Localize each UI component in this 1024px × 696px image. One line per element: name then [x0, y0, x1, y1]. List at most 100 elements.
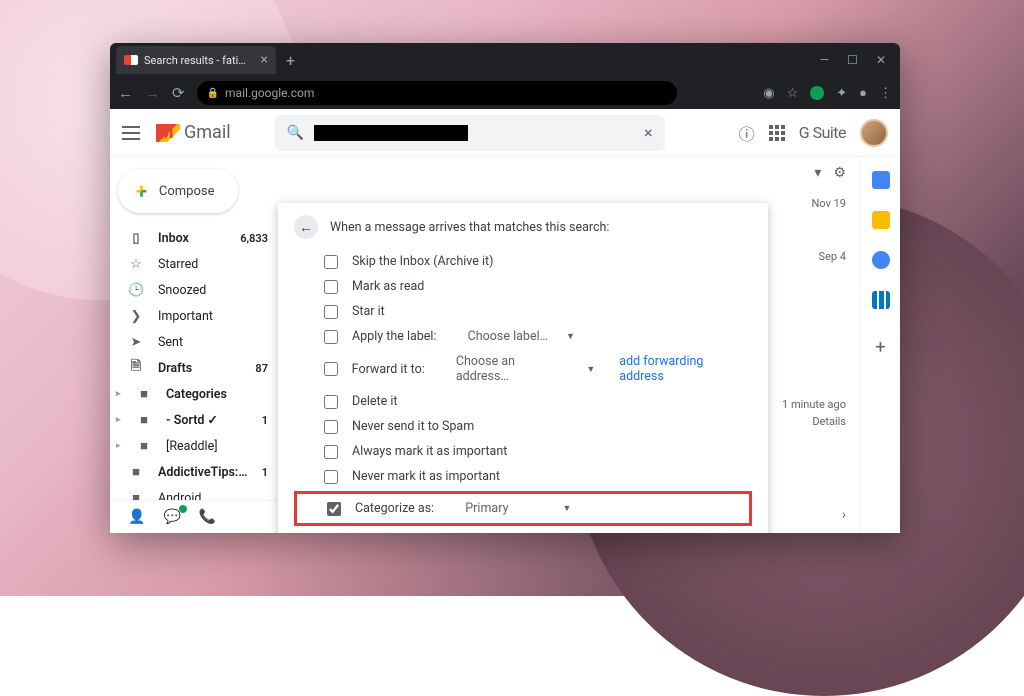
- list-toolbar: ▾ ⚙: [814, 165, 846, 181]
- calendar-icon[interactable]: [872, 171, 890, 189]
- filter-option-apply-label[interactable]: Apply the label: Choose label…▼: [294, 324, 752, 349]
- checkbox[interactable]: [324, 330, 338, 344]
- sidebar-item-categories[interactable]: ▸■Categories: [110, 381, 280, 407]
- category-dropdown[interactable]: Primary: [465, 501, 508, 516]
- chevron-down-icon: ▼: [586, 364, 595, 375]
- split-icon[interactable]: ▾: [814, 165, 821, 181]
- folder-count: 87: [255, 362, 268, 375]
- sidebar-item-snoozed[interactable]: 🕒Snoozed: [110, 277, 280, 303]
- forward-icon: →: [145, 84, 160, 102]
- popup-title: When a message arrives that matches this…: [330, 220, 609, 235]
- sidebar-item-drafts[interactable]: 🗎Drafts87: [110, 355, 280, 381]
- keep-icon[interactable]: [872, 211, 890, 229]
- chrome-window: Search results - fatima@addicti × + — ☐ …: [110, 43, 900, 533]
- gmail-m-icon: [156, 124, 180, 142]
- filter-option-categorize[interactable]: Categorize as: Primary▼: [297, 496, 749, 521]
- details-link[interactable]: Details: [782, 414, 846, 431]
- folder-icon: 🗎: [128, 357, 144, 379]
- maximize-icon[interactable]: ☐: [847, 53, 858, 67]
- plus-icon: +: [136, 179, 147, 203]
- phone-icon[interactable]: 📞: [199, 509, 216, 525]
- search-input[interactable]: 🔍 ████████ ×: [275, 115, 665, 151]
- settings-gear-icon[interactable]: ⚙: [833, 165, 846, 181]
- toolbar-right: ◉ ☆ ✦ ● ⋮: [763, 85, 892, 101]
- hangouts-icon[interactable]: 💬: [163, 509, 180, 525]
- tab-strip: Search results - fatima@addicti × + — ☐ …: [110, 43, 900, 77]
- sidebar-item--readdle-[interactable]: ▸■[Readdle]: [110, 433, 280, 459]
- close-window-icon[interactable]: ✕: [876, 53, 886, 67]
- filter-option-delete[interactable]: Delete it: [294, 389, 752, 414]
- main-menu-icon[interactable]: [122, 126, 140, 140]
- checkbox[interactable]: [324, 362, 338, 376]
- date-column: Nov 19 Sep 4: [812, 197, 846, 303]
- new-tab-button[interactable]: +: [276, 51, 305, 70]
- add-forwarding-link[interactable]: add forwarding address: [619, 354, 748, 384]
- back-icon[interactable]: ←: [118, 84, 133, 102]
- tasks-icon[interactable]: [872, 251, 890, 269]
- gmail-brand-text: Gmail: [184, 122, 231, 143]
- chevron-down-icon: ▼: [562, 503, 571, 514]
- folder-label: AddictiveTips: Wi…: [158, 465, 248, 480]
- sidebar-item-inbox[interactable]: ▯Inbox6,833: [110, 225, 280, 251]
- sidebar-item--sortd-[interactable]: ▸■- Sortd ✓1: [110, 407, 280, 433]
- header-right: ⓘ G Suite: [739, 119, 888, 147]
- add-addon-icon[interactable]: +: [875, 337, 885, 358]
- contacts-icon[interactable]: 👤: [128, 509, 145, 525]
- profile-icon[interactable]: ●: [859, 85, 867, 101]
- folder-label: [Readdle]: [166, 439, 268, 454]
- checkbox[interactable]: [324, 470, 338, 484]
- trello-icon[interactable]: [872, 291, 890, 309]
- folder-icon: ■: [136, 412, 152, 428]
- compose-label: Compose: [159, 184, 215, 199]
- chrome-menu-icon[interactable]: ⋮: [879, 86, 892, 101]
- address-bar[interactable]: 🔒 mail.google.com: [197, 81, 677, 105]
- address-dropdown[interactable]: Choose an address…: [456, 354, 569, 384]
- clear-search-icon[interactable]: ×: [644, 123, 653, 142]
- bookmark-star-icon[interactable]: ☆: [787, 86, 799, 101]
- extension-icon[interactable]: [810, 86, 824, 100]
- activity-time: 1 minute ago: [782, 397, 846, 414]
- checkbox[interactable]: [324, 305, 338, 319]
- minimize-icon[interactable]: —: [820, 53, 829, 67]
- sidebar-item-starred[interactable]: ☆Starred: [110, 251, 280, 277]
- side-panel: +: [860, 157, 900, 533]
- checkbox[interactable]: [327, 502, 341, 516]
- date-label: Nov 19: [812, 197, 846, 210]
- chevron-right-icon: ▸: [116, 415, 124, 425]
- sidebar-item-important[interactable]: ❯Important: [110, 303, 280, 329]
- filter-option-never-spam[interactable]: Never send it to Spam: [294, 414, 752, 439]
- filter-option-forward[interactable]: Forward it to: Choose an address…▼add fo…: [294, 349, 752, 389]
- browser-tab[interactable]: Search results - fatima@addicti ×: [116, 46, 276, 74]
- folder-icon: 🕒: [128, 283, 144, 298]
- filter-option-star[interactable]: Star it: [294, 299, 752, 324]
- popup-back-button[interactable]: ←: [294, 215, 318, 239]
- folder-icon: ▯: [128, 231, 144, 246]
- chevron-right-icon: ▸: [116, 389, 124, 399]
- gmail-logo[interactable]: Gmail: [156, 122, 231, 143]
- expand-panel-icon[interactable]: ›: [842, 507, 846, 523]
- checkbox[interactable]: [324, 395, 338, 409]
- filter-option-skip-inbox[interactable]: Skip the Inbox (Archive it): [294, 249, 752, 274]
- checkbox[interactable]: [324, 255, 338, 269]
- eye-icon[interactable]: ◉: [763, 86, 774, 101]
- folder-label: - Sortd ✓: [166, 412, 248, 428]
- sidebar-item-addictivetips-wi-[interactable]: ■AddictiveTips: Wi…1: [110, 459, 280, 485]
- help-icon[interactable]: ⓘ: [739, 121, 755, 145]
- filter-option-mark-read[interactable]: Mark as read: [294, 274, 752, 299]
- apps-grid-icon[interactable]: [769, 125, 785, 141]
- checkbox[interactable]: [324, 280, 338, 294]
- highlighted-option: Categorize as: Primary▼: [294, 491, 752, 526]
- filter-option-never-important[interactable]: Never mark it as important: [294, 464, 752, 489]
- close-tab-icon[interactable]: ×: [261, 52, 268, 68]
- extensions-puzzle-icon[interactable]: ✦: [836, 86, 847, 101]
- account-avatar[interactable]: [860, 119, 888, 147]
- label-dropdown[interactable]: Choose label…: [468, 329, 548, 344]
- sidebar-item-sent[interactable]: ➤Sent: [110, 329, 280, 355]
- checkbox[interactable]: [324, 420, 338, 434]
- filter-option-always-important[interactable]: Always mark it as important: [294, 439, 752, 464]
- checkbox[interactable]: [324, 445, 338, 459]
- compose-button[interactable]: + Compose: [118, 169, 238, 213]
- reload-icon[interactable]: ⟳: [172, 84, 185, 102]
- chevron-down-icon: ▼: [566, 331, 575, 342]
- filter-option-also-apply[interactable]: Also apply filter to 2 matching conversa…: [294, 528, 752, 533]
